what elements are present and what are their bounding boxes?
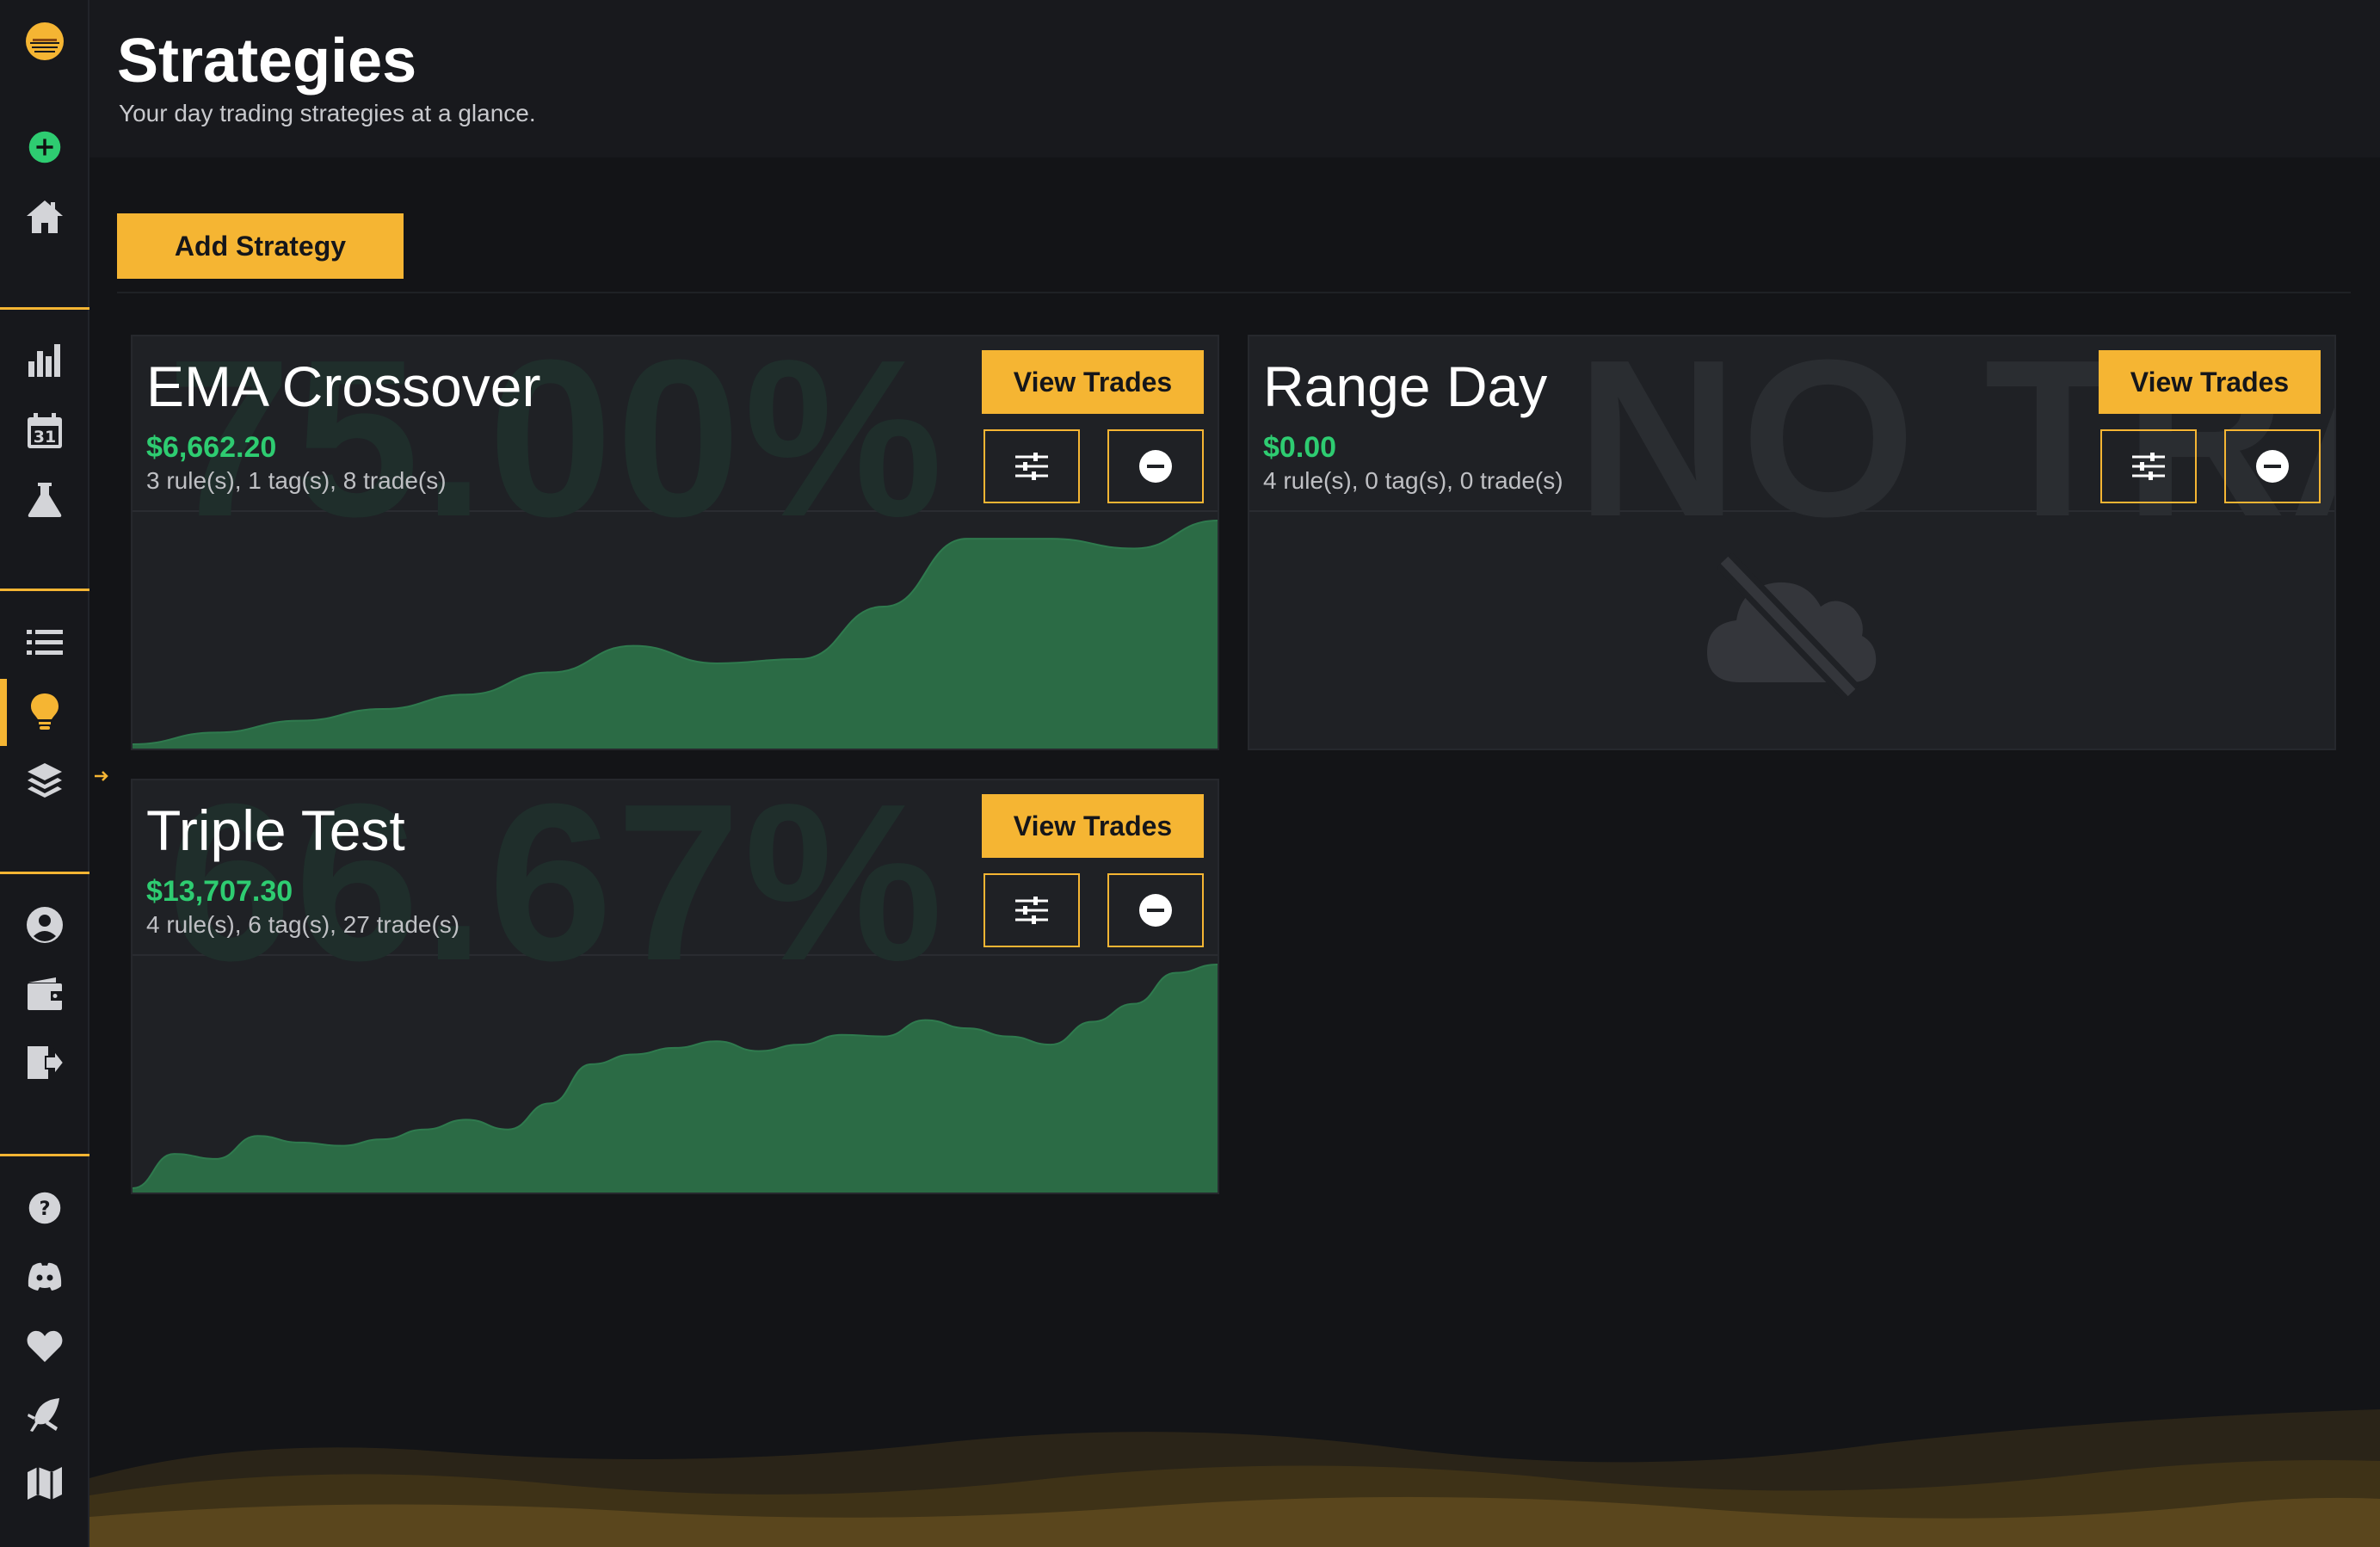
list-icon[interactable] — [19, 617, 71, 669]
page-header: Strategies Your day trading strategies a… — [89, 0, 2380, 157]
sidebar-divider — [0, 589, 89, 591]
sliders-icon — [1015, 453, 1048, 480]
strategy-card-header: 75.00% EMA Crossover $6,662.20 3 rule(s)… — [133, 336, 1218, 564]
divider — [117, 292, 2351, 293]
strategy-name: Range Day — [1263, 354, 1548, 418]
heart-icon[interactable] — [19, 1320, 71, 1371]
view-trades-button[interactable]: View Trades — [982, 794, 1204, 858]
edit-strategy-button[interactable] — [983, 873, 1080, 947]
equity-area — [133, 521, 1218, 749]
minus-circle-icon — [1139, 450, 1172, 483]
strategy-pnl: $0.00 — [1263, 431, 1337, 464]
help-icon[interactable]: ? — [19, 1182, 71, 1234]
logout-icon[interactable] — [19, 1037, 71, 1088]
strategy-pnl: $13,707.30 — [146, 875, 293, 908]
sidebar-divider — [0, 872, 89, 874]
page-subtitle: Your day trading strategies at a glance. — [119, 100, 536, 126]
layers-icon[interactable] — [19, 755, 71, 806]
strategy-name: Triple Test — [146, 798, 405, 862]
user-icon[interactable] — [19, 899, 71, 951]
page-title: Strategies — [117, 27, 417, 96]
bar-chart-icon[interactable] — [19, 335, 71, 386]
wallet-icon[interactable] — [19, 968, 71, 1020]
expand-arrow-icon[interactable] — [93, 767, 110, 785]
strategy-name: EMA Crossover — [146, 354, 541, 418]
equity-chart — [133, 964, 1218, 1193]
flask-icon[interactable] — [19, 474, 71, 526]
map-icon[interactable] — [19, 1458, 71, 1509]
edit-strategy-button[interactable] — [2100, 429, 2197, 503]
home-icon[interactable] — [19, 191, 71, 243]
view-trades-button[interactable]: View Trades — [2099, 350, 2321, 414]
calendar-day: 31 — [34, 428, 56, 447]
strategy-card-header: 66.67% Triple Test $13,707.30 4 rule(s),… — [133, 780, 1218, 1008]
add-circle-icon[interactable] — [19, 121, 71, 173]
discord-icon[interactable] — [19, 1251, 71, 1303]
strategy-meta: 3 rule(s), 1 tag(s), 8 trade(s) — [146, 467, 447, 494]
minus-circle-icon — [1139, 894, 1172, 927]
sidebar: 31 ? — [0, 0, 89, 1547]
equity-area — [133, 965, 1218, 1193]
decorative-waves — [89, 1409, 2380, 1547]
edit-strategy-button[interactable] — [983, 429, 1080, 503]
sliders-icon — [2132, 453, 2165, 480]
delete-strategy-button[interactable] — [1107, 429, 1204, 503]
no-data-cloud-icon — [1707, 553, 1877, 700]
strategy-meta: 4 rule(s), 0 tag(s), 0 trade(s) — [1263, 467, 1563, 494]
strategy-meta: 4 rule(s), 6 tag(s), 27 trade(s) — [146, 911, 460, 938]
delete-strategy-button[interactable] — [1107, 873, 1204, 947]
minus-circle-icon — [2256, 450, 2289, 483]
strategy-pnl: $6,662.20 — [146, 431, 277, 464]
sliders-icon — [1015, 897, 1048, 924]
strategy-card-header: NO TRADES Range Day $0.00 4 rule(s), 0 t… — [1249, 336, 2334, 564]
delete-strategy-button[interactable] — [2224, 429, 2321, 503]
feather-icon[interactable] — [19, 1389, 71, 1440]
calendar-icon[interactable]: 31 — [19, 405, 71, 457]
equity-chart — [133, 520, 1218, 749]
sidebar-divider — [0, 1154, 89, 1156]
lightbulb-icon[interactable] — [19, 686, 71, 737]
logo-icon[interactable] — [19, 15, 71, 67]
strategy-card: NO TRADES Range Day $0.00 4 rule(s), 0 t… — [1248, 335, 2336, 750]
active-indicator — [0, 679, 7, 746]
strategy-card: 75.00% EMA Crossover $6,662.20 3 rule(s)… — [131, 335, 1219, 750]
svg-text:?: ? — [39, 1198, 50, 1220]
view-trades-button[interactable]: View Trades — [982, 350, 1204, 414]
strategy-card: 66.67% Triple Test $13,707.30 4 rule(s),… — [131, 779, 1219, 1194]
sidebar-divider — [0, 307, 89, 310]
add-strategy-button[interactable]: Add Strategy — [117, 213, 404, 279]
